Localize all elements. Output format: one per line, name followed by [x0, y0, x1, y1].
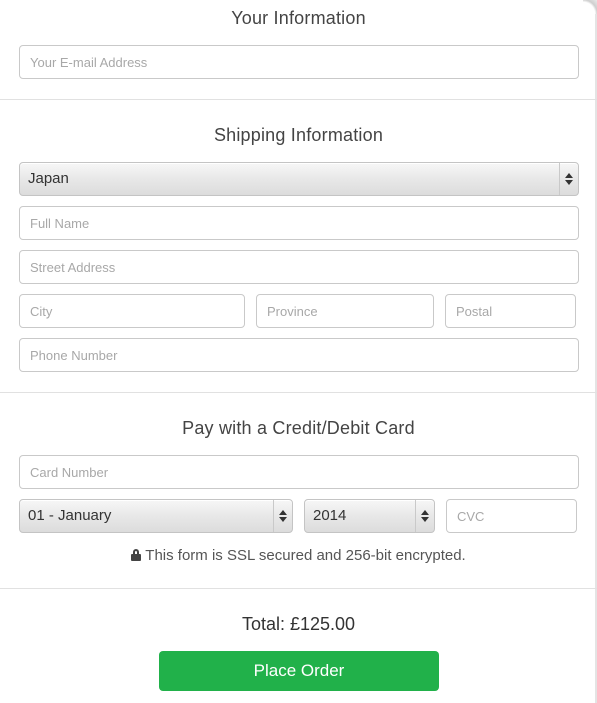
phone-number-field[interactable] [19, 338, 579, 372]
expiry-month-value: 01 - January [28, 507, 112, 524]
section-divider [0, 99, 597, 100]
expiry-month-select[interactable]: 01 - January [19, 499, 293, 533]
expiry-year-value: 2014 [313, 507, 347, 524]
payment-title: Pay with a Credit/Debit Card [182, 418, 415, 438]
shipping-information-title: Shipping Information [213, 125, 384, 145]
select-arrows-icon [273, 500, 292, 532]
province-field[interactable] [256, 294, 434, 328]
email-field[interactable] [19, 45, 579, 79]
country-select-value: Japan [28, 170, 69, 187]
place-order-button[interactable]: Place Order [159, 651, 439, 691]
street-address-field[interactable] [19, 250, 579, 284]
checkout-form: Your Information Shipping Information Ja… [0, 0, 597, 703]
country-select[interactable]: Japan [19, 162, 579, 196]
card-number-field[interactable] [19, 455, 579, 489]
expiry-year-select[interactable]: 2014 [304, 499, 435, 533]
select-arrows-icon [415, 500, 434, 532]
select-arrows-icon [559, 163, 578, 195]
section-divider [0, 588, 597, 589]
order-total: Total: £125.00 [241, 614, 356, 634]
postal-field[interactable] [445, 294, 576, 328]
ssl-security-note: This form is SSL secured and 256-bit enc… [0, 547, 597, 564]
city-field[interactable] [19, 294, 245, 328]
ssl-note-text: This form is SSL secured and 256-bit enc… [145, 547, 466, 564]
cvc-field[interactable] [446, 499, 577, 533]
section-divider [0, 392, 597, 393]
lock-icon [131, 549, 142, 561]
full-name-field[interactable] [19, 206, 579, 240]
your-information-title: Your Information [231, 8, 366, 28]
